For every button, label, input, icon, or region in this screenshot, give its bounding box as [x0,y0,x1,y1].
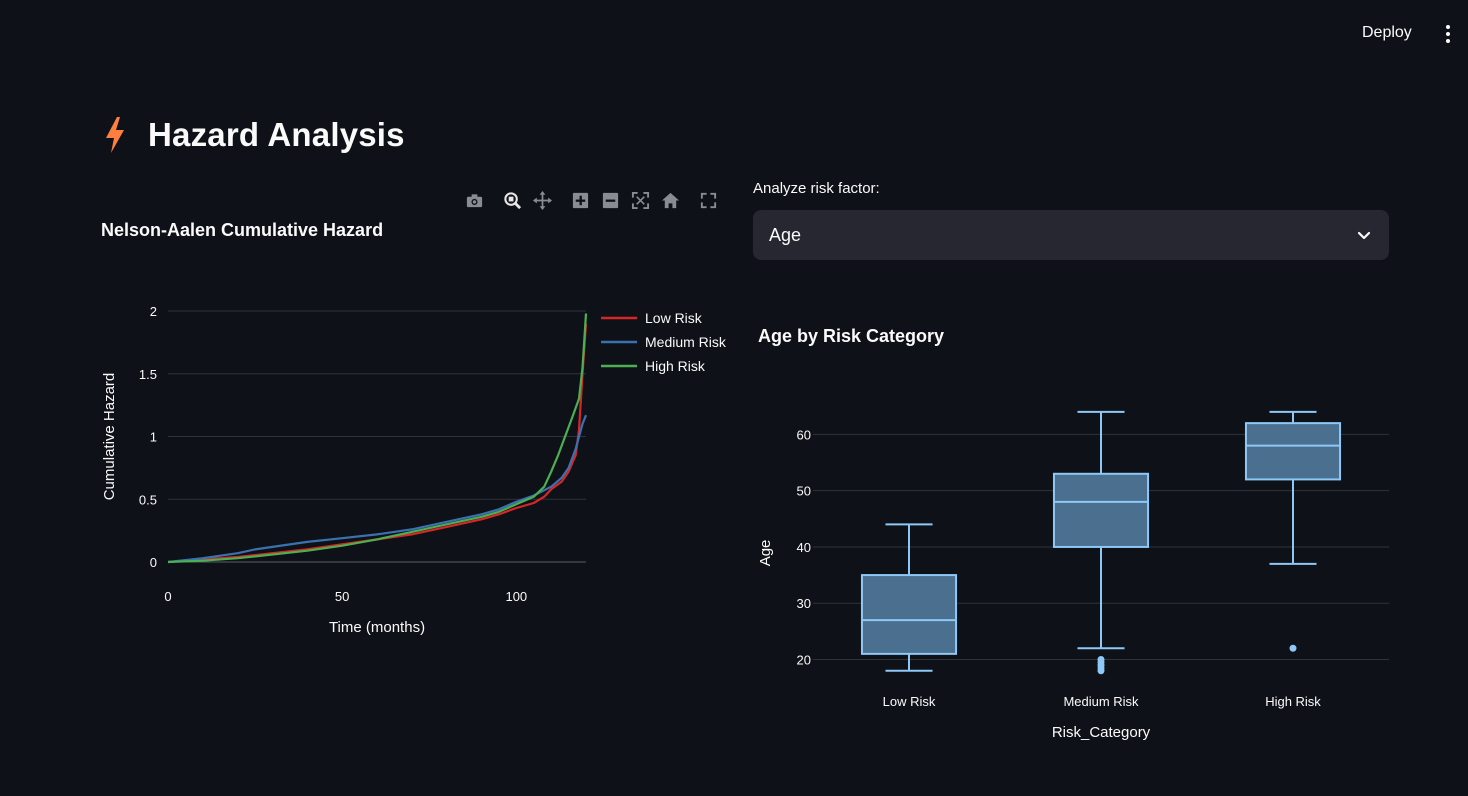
fullscreen-icon[interactable] [696,188,720,212]
chart-modebar [462,188,726,212]
y-tick-label: 2 [150,304,157,319]
deploy-button[interactable]: Deploy [1350,20,1424,46]
series-line-low-risk [167,323,588,564]
risk-factor-select[interactable]: Age [753,210,1389,260]
zoom-icon[interactable] [500,188,524,212]
zoom-in-icon[interactable] [568,188,592,212]
legend-entry: Low Risk [645,310,703,326]
page-title: Hazard Analysis [148,116,405,153]
risk-factor-label: Analyze risk factor: [753,180,880,197]
y-axis-label: Age [757,540,774,567]
legend-entry: Medium Risk [645,334,727,350]
zoom-out-icon[interactable] [598,188,622,212]
box-chart[interactable]: 20 30 40 50 60 Low Risk Medium Risk High Risk Ri… [745,395,1405,755]
camera-icon[interactable] [462,188,486,212]
x-tick-label: High Risk [1265,694,1321,709]
x-tick-label: 0 [164,589,171,604]
y-axis-label: Cumulative Hazard [101,373,118,501]
y-tick-label: 0.5 [139,492,157,507]
page-header: Hazard Analysis [102,112,405,158]
reset-axes-icon[interactable] [658,188,682,212]
y-tick-label: 60 [797,427,811,442]
box-iqr [1052,472,1150,548]
x-tick-label: Medium Risk [1063,694,1139,709]
pan-icon[interactable] [530,188,554,212]
box-iqr [1244,422,1342,481]
hazard-chart[interactable]: 0 0.5 1 1.5 2 0 50 100 Time (months) Cumulative H… [90,290,740,650]
chevron-down-icon [1357,231,1371,240]
box-chart-title: Age by Risk Category [758,326,945,346]
outlier-point [1097,655,1105,663]
y-tick-label: 1 [150,430,157,445]
x-tick-label: Low Risk [883,694,936,709]
lightning-bolt-icon [102,115,134,155]
series-line-high-risk [167,313,588,564]
autoscale-icon[interactable] [628,188,652,212]
risk-factor-select-value: Age [769,224,802,245]
x-axis-label: Time (months) [329,619,425,636]
top-bar: Deploy [0,0,1468,68]
y-tick-label: 50 [797,484,811,499]
y-tick-label: 40 [797,540,811,555]
outlier-point [1289,644,1297,652]
x-tick-label: 50 [335,589,349,604]
y-tick-label: 0 [150,555,157,570]
x-axis-label: Risk_Category [1052,724,1151,741]
box-iqr [860,574,958,655]
y-tick-label: 20 [797,652,811,667]
vertical-ellipsis-icon[interactable] [1440,22,1456,46]
x-tick-label: 100 [505,589,527,604]
legend-entry: High Risk [645,358,706,374]
y-tick-label: 1.5 [139,367,157,382]
hazard-chart-title: Nelson-Aalen Cumulative Hazard [101,220,384,240]
y-tick-label: 30 [797,596,811,611]
